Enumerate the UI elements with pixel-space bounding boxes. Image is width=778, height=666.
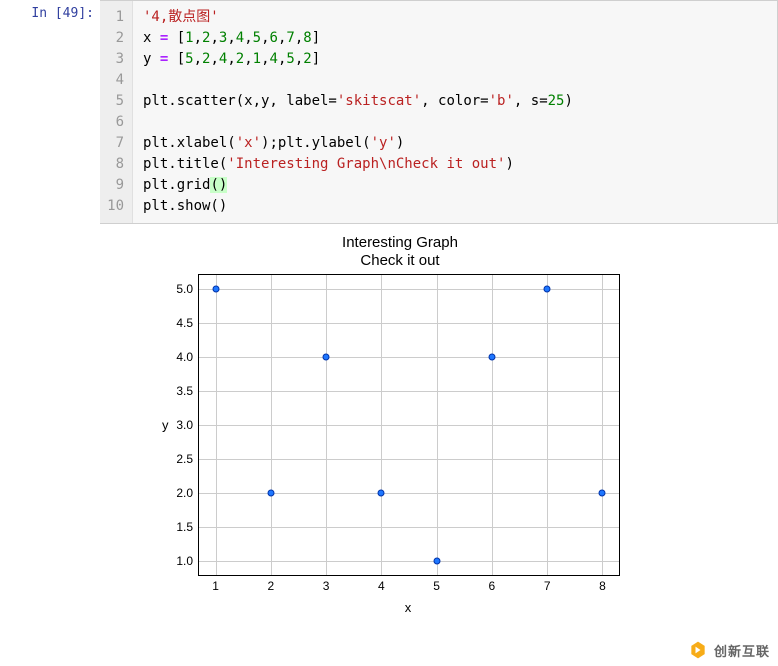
y-axis-label: y xyxy=(162,417,169,432)
grid-line-horizontal xyxy=(199,561,619,562)
watermark: 创新互联 xyxy=(688,640,770,660)
grid-line-horizontal xyxy=(199,289,619,290)
grid-line-horizontal xyxy=(199,527,619,528)
scatter-point xyxy=(599,490,606,497)
plot-area: 123456781.01.52.02.53.03.54.04.55.0 xyxy=(198,274,620,576)
y-tick-label: 4.5 xyxy=(176,316,199,330)
logo-icon xyxy=(688,640,708,660)
scatter-point xyxy=(433,558,440,565)
x-tick-label: 4 xyxy=(378,575,385,593)
scatter-point xyxy=(378,490,385,497)
scatter-point xyxy=(544,285,551,292)
grid-line-horizontal xyxy=(199,425,619,426)
y-tick-label: 1.0 xyxy=(176,554,199,568)
x-tick-label: 3 xyxy=(323,575,330,593)
scatter-point xyxy=(488,353,495,360)
scatter-chart: Interesting Graph Check it out y 1234567… xyxy=(140,234,660,615)
scatter-point xyxy=(212,285,219,292)
y-tick-label: 5.0 xyxy=(176,282,199,296)
input-prompt: In [49]: xyxy=(0,0,100,27)
grid-line-horizontal xyxy=(199,391,619,392)
output-area: Interesting Graph Check it out y 1234567… xyxy=(100,224,778,615)
grid-line-horizontal xyxy=(199,357,619,358)
x-tick-label: 1 xyxy=(212,575,219,593)
grid-line-horizontal xyxy=(199,459,619,460)
x-tick-label: 7 xyxy=(544,575,551,593)
y-tick-label: 3.0 xyxy=(176,418,199,432)
line-number-gutter: 1 2 3 4 5 6 7 8 9 10 xyxy=(100,1,133,223)
y-tick-label: 3.5 xyxy=(176,384,199,398)
y-tick-label: 1.5 xyxy=(176,520,199,534)
x-tick-label: 8 xyxy=(599,575,606,593)
y-tick-label: 2.5 xyxy=(176,452,199,466)
x-tick-label: 6 xyxy=(489,575,496,593)
x-tick-label: 2 xyxy=(267,575,274,593)
scatter-point xyxy=(323,353,330,360)
code-editor[interactable]: 1 2 3 4 5 6 7 8 9 10 '4,散点图' x = [1,2,3,… xyxy=(100,0,778,224)
y-tick-label: 2.0 xyxy=(176,486,199,500)
code-content[interactable]: '4,散点图' x = [1,2,3,4,5,6,7,8] y = [5,2,4… xyxy=(133,1,583,223)
x-axis-label: x xyxy=(198,600,618,615)
grid-line-horizontal xyxy=(199,323,619,324)
y-tick-label: 4.0 xyxy=(176,350,199,364)
chart-title: Interesting Graph Check it out xyxy=(140,234,660,270)
prompt-label: In [49]: xyxy=(31,6,94,21)
x-tick-label: 5 xyxy=(433,575,440,593)
watermark-text: 创新互联 xyxy=(714,641,770,660)
grid-line-horizontal xyxy=(199,493,619,494)
scatter-point xyxy=(267,490,274,497)
notebook-cell: In [49]: 1 2 3 4 5 6 7 8 9 10 '4,散点图' x … xyxy=(0,0,778,224)
